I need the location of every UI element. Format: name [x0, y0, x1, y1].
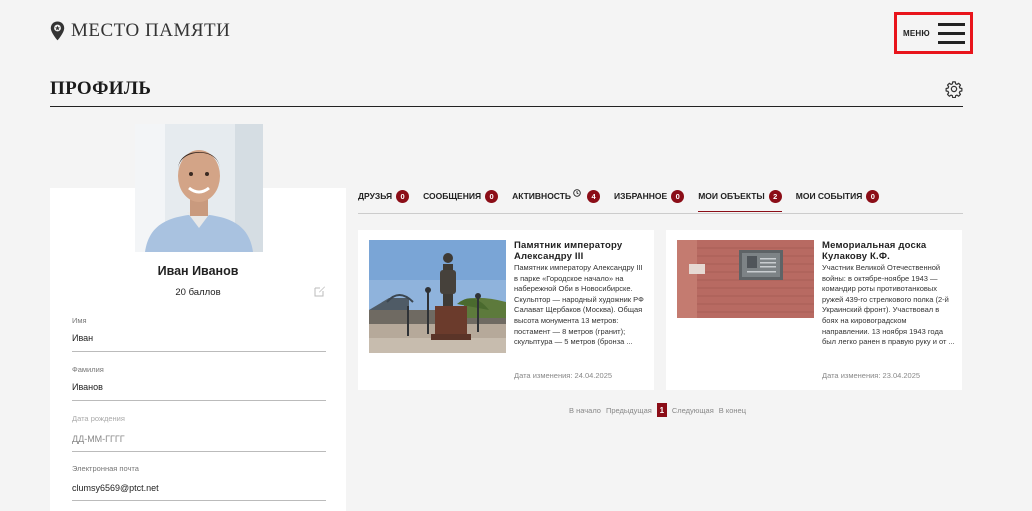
- tab-messages[interactable]: СООБЩЕНИЯ 0: [423, 186, 499, 206]
- tab-my-objects[interactable]: МОИ ОБЪЕКТЫ 2: [698, 186, 782, 212]
- birth-date-input[interactable]: [72, 434, 326, 444]
- object-title[interactable]: Памятник императору Александру III: [514, 240, 648, 262]
- email-input[interactable]: [72, 483, 326, 493]
- pagination: В начало Предыдущая 1 Следующая В конец: [569, 403, 746, 417]
- object-photo[interactable]: [369, 240, 506, 353]
- tab-activity[interactable]: АКТИВНОСТЬ 4: [512, 186, 601, 206]
- object-card[interactable]: Мемориальная доска Кулакову К.Ф. Участни…: [666, 230, 962, 390]
- menu-label: МЕНЮ: [903, 28, 930, 38]
- count-badge: 0: [671, 189, 685, 203]
- gear-icon[interactable]: [945, 80, 963, 98]
- pager-next[interactable]: Следующая: [672, 406, 714, 415]
- menu-button[interactable]: МЕНЮ: [894, 12, 973, 54]
- clock-icon: [573, 189, 581, 197]
- pager-last[interactable]: В конец: [719, 406, 746, 415]
- site-logo[interactable]: МЕСТО ПАМЯТИ: [50, 20, 230, 42]
- object-card[interactable]: Памятник императору Александру III Памят…: [358, 230, 654, 390]
- profile-tabs: ДРУЗЬЯ 0 СООБЩЕНИЯ 0 АКТИВНОСТЬ 4 ИЗБРАН…: [358, 186, 893, 212]
- tabs-divider: [358, 213, 963, 214]
- object-title[interactable]: Мемориальная доска Кулакову К.Ф.: [822, 240, 956, 262]
- first-name-input[interactable]: [72, 333, 326, 343]
- hamburger-icon: [937, 22, 965, 44]
- tab-favorites[interactable]: ИЗБРАННОЕ 0: [614, 186, 685, 206]
- first-name-label: Имя: [72, 316, 87, 325]
- last-name-field[interactable]: Фамилия: [72, 365, 326, 401]
- email-field[interactable]: Электронная почта: [72, 464, 326, 501]
- last-name-label: Фамилия: [72, 365, 104, 374]
- first-name-field[interactable]: Имя: [72, 316, 326, 352]
- object-photo[interactable]: [677, 240, 814, 318]
- map-pin-icon: [50, 21, 65, 41]
- page-title: ПРОФИЛЬ: [50, 78, 152, 99]
- tab-label: МОИ ОБЪЕКТЫ: [698, 191, 765, 201]
- last-name-input[interactable]: [72, 382, 326, 392]
- pager-prev[interactable]: Предыдущая: [606, 406, 652, 415]
- avatar: [135, 124, 263, 252]
- count-badge: 0: [485, 189, 499, 203]
- tab-friends[interactable]: ДРУЗЬЯ 0: [358, 186, 410, 206]
- email-label: Электронная почта: [72, 464, 139, 473]
- count-badge: 0: [866, 189, 880, 203]
- pager-current-page[interactable]: 1: [656, 403, 667, 417]
- count-badge: 2: [768, 189, 782, 203]
- user-points: 20 баллов: [175, 287, 221, 298]
- tab-label: ИЗБРАННОЕ: [614, 191, 668, 201]
- count-badge: 4: [587, 189, 601, 203]
- tab-label: ДРУЗЬЯ: [358, 191, 393, 201]
- logo-text: МЕСТО ПАМЯТИ: [71, 20, 231, 41]
- object-date: Дата изменения: 23.04.2025: [822, 371, 921, 380]
- birth-date-field[interactable]: Дата рождения: [72, 414, 326, 452]
- tab-my-events[interactable]: МОИ СОБЫТИЯ 0: [796, 186, 880, 206]
- birth-date-label: Дата рождения: [72, 414, 125, 423]
- object-date: Дата изменения: 24.04.2025: [514, 371, 613, 380]
- object-description: Участник Великой Отечественной войны: в …: [822, 263, 955, 347]
- user-name: Иван Иванов: [157, 264, 239, 278]
- title-divider: [50, 106, 963, 107]
- pager-first[interactable]: В начало: [569, 406, 601, 415]
- tab-label: АКТИВНОСТЬ: [512, 191, 572, 201]
- count-badge: 0: [396, 189, 410, 203]
- edit-icon[interactable]: [314, 285, 326, 297]
- tab-label: СООБЩЕНИЯ: [423, 191, 482, 201]
- tab-label: МОИ СОБЫТИЯ: [795, 191, 863, 201]
- object-description: Памятник императору Александру III в пар…: [514, 263, 644, 347]
